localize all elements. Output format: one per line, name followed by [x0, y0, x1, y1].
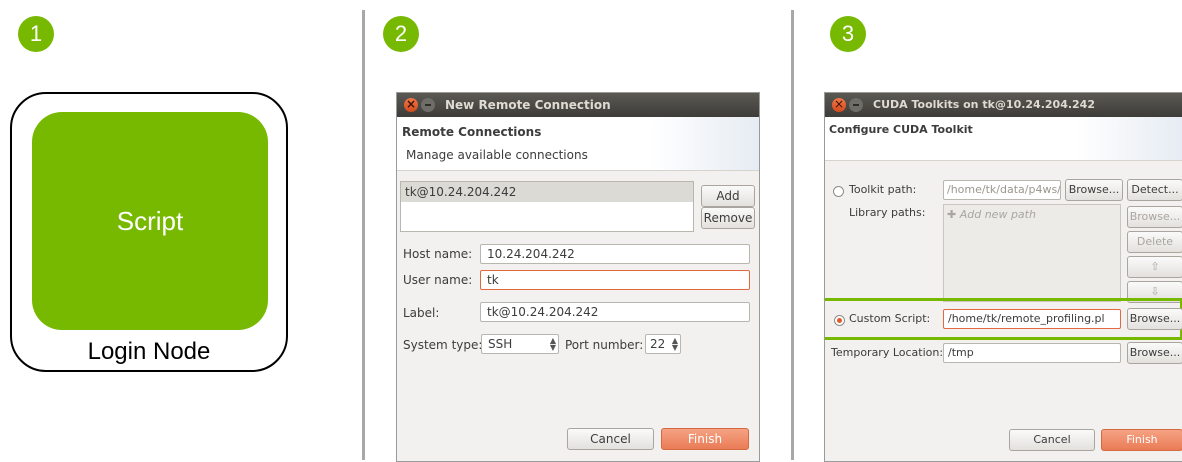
close-icon[interactable] — [404, 97, 418, 112]
label-label: Label: — [403, 306, 440, 320]
separator-2 — [791, 10, 794, 460]
temporary-location-browse-button[interactable]: Browse... — [1127, 342, 1182, 364]
delete-button[interactable]: Delete — [1127, 231, 1182, 253]
toolkit-browse-button[interactable]: Browse... — [1065, 179, 1123, 201]
library-paths-label: Library paths: — [849, 206, 926, 219]
finish-button[interactable]: Finish — [1101, 429, 1182, 451]
port-number-value: 22 — [650, 337, 666, 351]
window-title: New Remote Connection — [445, 98, 611, 112]
connections-list[interactable]: tk@10.24.204.242 — [400, 181, 694, 232]
detect-button[interactable]: Detect... — [1127, 179, 1182, 201]
custom-script-browse-button[interactable]: Browse... — [1127, 308, 1182, 330]
cuda-toolkits-dialog: CUDA Toolkits on tk@10.24.204.242 Config… — [824, 92, 1182, 462]
dialog-titlebar: CUDA Toolkits on tk@10.24.204.242 — [825, 93, 1182, 117]
host-name-label: Host name: — [403, 247, 473, 261]
step-2-badge: 2 — [383, 16, 419, 52]
connection-list-item[interactable]: tk@10.24.204.242 — [401, 182, 693, 202]
dialog-titlebar: New Remote Connection — [397, 93, 759, 117]
login-node-label: Login Node — [87, 338, 211, 365]
window-title: CUDA Toolkits on tk@10.24.204.242 — [873, 98, 1095, 111]
move-up-button[interactable]: ⇧ — [1127, 256, 1182, 278]
host-name-field[interactable]: 10.24.204.242 — [480, 244, 750, 264]
cancel-button[interactable]: Cancel — [567, 428, 654, 450]
add-button[interactable]: Add — [701, 185, 755, 207]
dialog-header: Configure CUDA Toolkit — [825, 117, 1182, 161]
system-type-label: System type: — [403, 338, 483, 352]
toolkit-path-field[interactable]: /home/tk/data/p4ws/ — [943, 180, 1061, 200]
cancel-button[interactable]: Cancel — [1009, 429, 1095, 451]
finish-button[interactable]: Finish — [661, 428, 749, 450]
add-path-icon: ✚ — [947, 208, 960, 221]
header-subtitle: Manage available connections — [406, 148, 588, 162]
add-new-path-placeholder: Add new path — [959, 208, 1036, 221]
dialog-header: Remote Connections Manage available conn… — [397, 117, 759, 171]
select-arrows-icon: ▲ ▼ — [549, 336, 556, 352]
add-new-path-row[interactable]: ✚ Add new path — [947, 208, 1036, 221]
custom-script-label: Custom Script: — [849, 312, 931, 325]
spinner-arrows-icon: ▲ ▼ — [671, 336, 678, 352]
header-title: Remote Connections — [402, 125, 542, 139]
custom-script-field[interactable]: /home/tk/remote_profiling.pl — [943, 309, 1121, 329]
arrow-down-icon: ⇩ — [1150, 285, 1160, 298]
minimize-icon[interactable] — [849, 98, 863, 112]
separator-1 — [362, 10, 365, 460]
step-1-badge: 1 — [18, 16, 54, 52]
temporary-location-label: Temporary Location: — [831, 346, 944, 359]
script-box: Script — [32, 112, 268, 330]
temporary-location-field[interactable]: /tmp — [943, 343, 1121, 363]
system-type-value: SSH — [488, 337, 513, 351]
new-remote-connection-dialog: New Remote Connection Remote Connections… — [396, 92, 760, 462]
label-field[interactable]: tk@10.24.204.242 — [480, 302, 750, 322]
user-name-label: User name: — [403, 273, 473, 287]
port-number-label: Port number: — [565, 338, 644, 352]
remove-button[interactable]: Remove — [701, 207, 755, 229]
library-browse-button[interactable]: Browse... — [1127, 206, 1182, 228]
script-label: Script — [116, 205, 184, 236]
toolkit-path-label: Toolkit path: — [849, 183, 917, 196]
system-type-select[interactable]: SSH ▲ ▼ — [481, 334, 559, 354]
library-paths-list[interactable]: ✚ Add new path — [943, 204, 1121, 302]
arrow-up-icon: ⇧ — [1150, 260, 1160, 273]
toolkit-path-radio[interactable] — [833, 186, 844, 197]
minimize-icon[interactable] — [421, 98, 435, 112]
header-title: Configure CUDA Toolkit — [829, 123, 973, 136]
step-3-badge: 3 — [830, 16, 866, 52]
port-number-spinner[interactable]: 22 ▲ ▼ — [645, 334, 681, 354]
custom-script-radio[interactable] — [834, 315, 845, 326]
close-icon[interactable] — [832, 97, 846, 112]
user-name-field[interactable]: tk — [480, 270, 750, 290]
